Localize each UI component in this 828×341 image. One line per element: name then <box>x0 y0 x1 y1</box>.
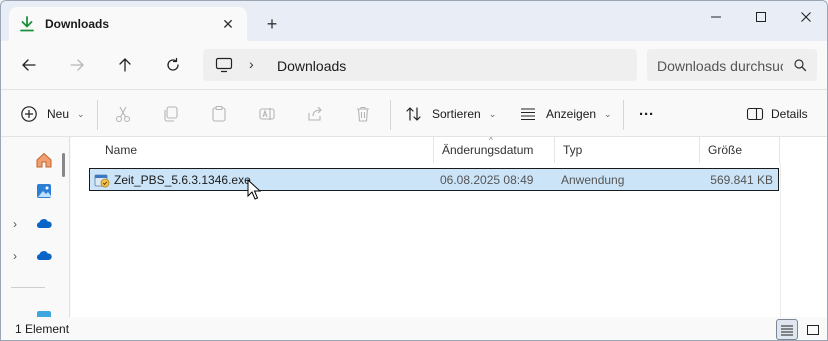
list-scroll-track[interactable] <box>780 163 781 317</box>
more-button[interactable]: ··· <box>639 102 654 126</box>
gallery-icon[interactable] <box>35 182 53 200</box>
chevron-right-icon[interactable]: › <box>13 217 17 231</box>
status-bar: 1 Element <box>1 317 827 340</box>
new-label: Neu <box>47 107 70 121</box>
plus-circle-icon <box>19 104 39 124</box>
pane-splitter[interactable] <box>69 137 70 317</box>
search-input[interactable]: Downloads durchsuchen <box>657 58 783 74</box>
close-window-button[interactable] <box>783 1 827 33</box>
back-button[interactable] <box>17 53 41 77</box>
divider <box>623 100 624 130</box>
copy-icon <box>161 104 181 124</box>
navigation-pane: › › <box>1 137 71 317</box>
column-type-label: Typ <box>563 143 583 157</box>
sort-button[interactable]: Sortieren ⌄ <box>404 102 496 126</box>
address-bar[interactable]: › Downloads <box>203 49 637 81</box>
sort-label: Sortieren <box>432 107 481 121</box>
file-date: 06.08.2025 08:49 <box>440 173 534 187</box>
breadcrumb-downloads[interactable]: Downloads <box>277 58 346 74</box>
details-pane-icon <box>745 104 765 124</box>
new-tab-button[interactable]: + <box>263 15 281 33</box>
share-icon <box>305 104 325 124</box>
column-date-label: Änderungsdatum <box>442 143 534 157</box>
rename-button[interactable] <box>257 102 277 126</box>
search-box[interactable]: Downloads durchsuchen <box>647 49 817 81</box>
column-name-label: Name <box>105 143 138 157</box>
desktop-icon[interactable] <box>35 309 53 317</box>
paste-button[interactable] <box>209 102 229 126</box>
column-header-name[interactable]: Name <box>97 137 434 163</box>
divider <box>390 100 391 130</box>
details-view-button[interactable] <box>776 319 798 340</box>
clipboard-icon <box>209 104 229 124</box>
column-header-type[interactable]: Typ <box>555 137 700 163</box>
onedrive-icon[interactable] <box>35 247 53 265</box>
chevron-down-icon: ⌄ <box>77 108 85 119</box>
column-header-date[interactable]: Änderungsdatum <box>434 137 555 163</box>
copy-button[interactable] <box>161 102 181 126</box>
chevron-right-icon[interactable]: › <box>13 249 17 263</box>
share-button[interactable] <box>305 102 325 126</box>
chevron-right-icon[interactable]: › <box>249 56 254 72</box>
refresh-button[interactable] <box>161 53 185 77</box>
onedrive-icon[interactable] <box>35 215 53 233</box>
trash-icon <box>353 104 373 124</box>
nav-divider <box>11 287 45 288</box>
view-lines-icon <box>518 104 538 124</box>
navigation-bar: › Downloads Downloads durchsuchen <box>1 41 827 89</box>
cut-button[interactable] <box>113 102 133 126</box>
tiles-view-button[interactable] <box>802 319 824 340</box>
file-name: Zeit_PBS_5.6.3.1346.exe <box>114 173 251 187</box>
nav-scrollbar-thumb[interactable] <box>62 153 65 177</box>
details-pane-button[interactable]: Details <box>745 102 808 126</box>
search-icon[interactable] <box>793 58 807 72</box>
more-dots-icon: ··· <box>639 105 654 123</box>
explorer-window: Downloads ✕ + › Downloads Downloads durc… <box>0 0 828 341</box>
command-bar: Neu ⌄ Sortieren ⌄ Anzeigen ⌄ ··· Details <box>1 89 827 137</box>
monitor-icon[interactable] <box>215 57 233 73</box>
arrow-right-icon <box>70 59 84 71</box>
arrow-left-icon <box>22 59 36 71</box>
tab-downloads[interactable]: Downloads ✕ <box>9 7 247 41</box>
sort-arrows-icon <box>404 104 424 124</box>
tab-close-icon[interactable]: ✕ <box>219 15 237 33</box>
chevron-down-icon: ⌄ <box>604 108 612 119</box>
tiles-view-icon <box>807 324 819 335</box>
item-count: 1 Element <box>15 322 70 336</box>
view-button[interactable]: Anzeigen ⌄ <box>518 102 612 126</box>
title-bar: Downloads ✕ + <box>1 1 827 41</box>
file-list: Name ^ Änderungsdatum Typ Größe Zeit_PBS… <box>71 136 827 317</box>
details-label: Details <box>771 107 808 121</box>
new-button[interactable]: Neu ⌄ <box>19 102 85 126</box>
maximize-button[interactable] <box>738 1 784 33</box>
table-row[interactable]: Zeit_PBS_5.6.3.1346.exe 06.08.2025 08:49… <box>89 168 779 191</box>
divider <box>97 100 98 130</box>
column-size-label: Größe <box>708 143 743 157</box>
file-type: Anwendung <box>561 173 625 187</box>
exe-installer-icon <box>94 172 110 188</box>
delete-button[interactable] <box>353 102 373 126</box>
up-button[interactable] <box>113 53 137 77</box>
minimize-button[interactable] <box>693 1 739 33</box>
home-icon[interactable] <box>35 151 53 169</box>
view-label: Anzeigen <box>546 107 597 121</box>
column-header-size[interactable]: Größe <box>700 137 780 163</box>
scissors-icon <box>113 104 133 124</box>
file-size: 569.841 KB <box>710 173 773 187</box>
arrow-up-icon <box>119 58 131 72</box>
tab-title: Downloads <box>45 17 110 31</box>
mouse-pointer-icon <box>247 178 262 201</box>
forward-button[interactable] <box>65 53 89 77</box>
rename-icon <box>257 104 277 124</box>
details-view-icon <box>781 325 793 335</box>
refresh-icon <box>167 57 179 71</box>
chevron-down-icon: ⌄ <box>488 108 497 119</box>
download-arrow-icon <box>19 16 35 32</box>
